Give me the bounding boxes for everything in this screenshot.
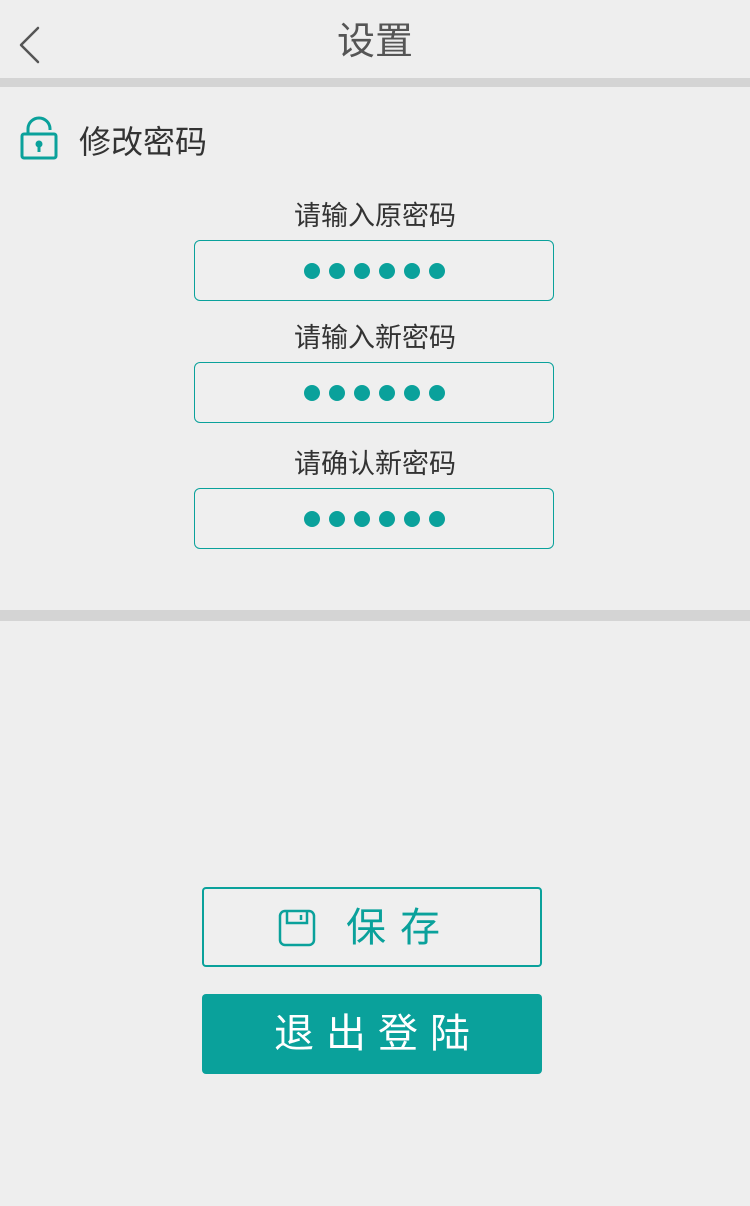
password-mask — [195, 262, 553, 279]
mask-dot — [328, 510, 345, 527]
logout-button-label: 退出登陆 — [274, 1011, 482, 1057]
save-button[interactable]: 保存 — [202, 887, 542, 967]
section-divider — [0, 610, 750, 621]
mask-dot — [428, 262, 445, 279]
new-password-input[interactable] — [194, 362, 554, 423]
page-title: 设置 — [336, 19, 413, 63]
new-password-label: 请输入新密码 — [294, 323, 456, 354]
mask-dot — [378, 262, 395, 279]
lock-icon — [20, 116, 58, 160]
header-bar: 设置 — [0, 0, 750, 78]
password-mask — [195, 510, 553, 527]
mask-dot — [403, 262, 420, 279]
mask-dot — [328, 384, 345, 401]
mask-dot — [378, 510, 395, 527]
floppy-disk-icon — [278, 909, 316, 947]
mask-dot — [328, 262, 345, 279]
save-button-label: 保存 — [346, 905, 454, 951]
confirm-password-label: 请确认新密码 — [294, 449, 456, 480]
section-title: 修改密码 — [79, 123, 208, 161]
mask-dot — [403, 510, 420, 527]
section-header: 修改密码 — [20, 112, 420, 172]
mask-dot — [353, 384, 370, 401]
mask-dot — [378, 384, 395, 401]
mask-dot — [303, 262, 320, 279]
mask-dot — [428, 384, 445, 401]
confirm-password-input[interactable] — [194, 488, 554, 549]
mask-dot — [303, 510, 320, 527]
mask-dot — [303, 384, 320, 401]
header-divider — [0, 78, 750, 87]
old-password-input[interactable] — [194, 240, 554, 301]
logout-button[interactable]: 退出登陆 — [202, 994, 542, 1074]
settings-page: 设置 修改密码 请输入原密码 请输入新密码 请确认新密码 保存 退出登陆 — [0, 0, 750, 1206]
password-mask — [195, 384, 553, 401]
mask-dot — [403, 384, 420, 401]
old-password-label: 请输入原密码 — [294, 201, 456, 232]
mask-dot — [353, 262, 370, 279]
mask-dot — [428, 510, 445, 527]
mask-dot — [353, 510, 370, 527]
